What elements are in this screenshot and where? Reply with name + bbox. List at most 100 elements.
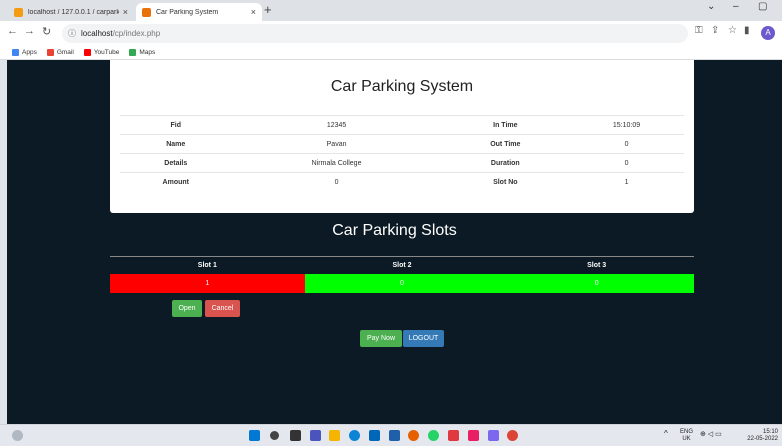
close-tab-icon[interactable]: × [251, 7, 256, 17]
gmail-icon [46, 49, 54, 56]
table-row: Fid 12345 In Time 15:10:09 [120, 115, 684, 135]
tab-label: Car Parking System [156, 8, 219, 16]
parking-info-card: Car Parking System Fid 12345 In Time 15:… [110, 60, 694, 213]
store-icon[interactable] [369, 430, 380, 441]
share-icon[interactable]: ⇪ [711, 25, 719, 36]
chevron-up-icon[interactable]: ^ [664, 430, 668, 438]
chat-icon[interactable] [310, 430, 321, 441]
value-fid: 12345 [231, 115, 442, 135]
language-indicator[interactable]: ENG UK [680, 429, 693, 443]
label-fid: Fid [120, 115, 232, 135]
clock-date: 22-05-2022 [747, 436, 778, 442]
language-region: UK [682, 436, 691, 442]
star-icon[interactable]: ☆ [728, 25, 737, 36]
whatsapp-icon[interactable] [428, 430, 439, 441]
phpmyadmin-icon [14, 7, 23, 17]
label-name: Name [120, 134, 232, 154]
browser-tab-strip: localhost / 127.0.0.1 / carparking × Car… [0, 0, 782, 21]
bookmark-youtube[interactable]: YouTube [83, 49, 120, 56]
slot-header-1: Slot 1 [197, 262, 217, 269]
label-details: Details [120, 153, 232, 173]
app-icon[interactable] [468, 430, 479, 441]
forward-icon[interactable]: → [24, 25, 35, 37]
table-row: Details Nirmala College Duration 0 [120, 153, 684, 173]
maps-icon [129, 49, 137, 56]
open-button[interactable]: Open [172, 300, 202, 317]
slot-status-1: 1 [110, 274, 305, 293]
value-duration: 0 [569, 153, 684, 173]
key-icon[interactable]: ⚿ [695, 25, 703, 36]
bookmark-label: Apps [22, 49, 37, 56]
slot-header-2: Slot 2 [392, 262, 412, 269]
url-input[interactable]: ⓘ localhost/cp/index.php [62, 24, 688, 43]
table-row: Amount 0 Slot No 1 [120, 172, 684, 192]
page-title: Car Parking System [330, 78, 474, 95]
value-name: Pavan [231, 134, 442, 154]
table-row: Name Pavan Out Time 0 [120, 134, 684, 154]
reload-icon[interactable]: ↻ [42, 25, 51, 38]
browser-tab-phpmyadmin[interactable]: localhost / 127.0.0.1 / carparking × [8, 3, 134, 21]
logout-button[interactable]: LOGOUT [403, 330, 444, 347]
slot-header-row: Slot 1 Slot 2 Slot 3 [110, 256, 694, 274]
edge-icon[interactable] [349, 430, 360, 441]
label-slot-no: Slot No [441, 172, 570, 192]
clock[interactable]: 15:10 22-05-2022 [738, 429, 778, 443]
label-amount: Amount [120, 172, 232, 192]
mail-icon[interactable] [389, 430, 400, 441]
bookmark-label: YouTube [93, 49, 120, 56]
info-icon[interactable]: ⓘ [68, 28, 76, 39]
sidepanel-icon[interactable]: ▮ [744, 25, 750, 36]
windows-start-icon[interactable] [249, 430, 260, 441]
close-tab-icon[interactable]: × [123, 7, 128, 17]
slot-status-3: 0 [499, 274, 695, 293]
url-path: /cp/index.php [112, 29, 161, 38]
chevron-down-icon[interactable]: ⌄ [707, 1, 715, 12]
youtube-icon [83, 49, 91, 56]
slot-status-2: 0 [304, 274, 500, 293]
minimize-icon[interactable]: – [733, 1, 739, 12]
value-in-time: 15:10:09 [569, 115, 684, 135]
label-duration: Duration [441, 153, 570, 173]
page-body: Car Parking System Fid 12345 In Time 15:… [7, 60, 782, 424]
vpn-icon[interactable] [448, 430, 459, 441]
parking-slots-table: Slot 1 Slot 2 Slot 3 1 0 0 [110, 256, 695, 293]
network-icon[interactable]: ⊕ ◁ ▭ [700, 431, 722, 438]
task-view-icon[interactable] [290, 430, 301, 441]
address-bar-row: ← → ↻ ⓘ localhost/cp/index.php ⚿ ⇪ ☆ ▮ A [0, 21, 782, 46]
taskbar: ^ ENG UK ⊕ ◁ ▭ 15:10 22-05-2022 [0, 424, 782, 446]
apps-grid-icon [12, 49, 19, 56]
clock-time: 15:10 [762, 429, 778, 435]
tab-label: localhost / 127.0.0.1 / carparking [28, 8, 119, 16]
bookmark-apps[interactable]: Apps [12, 49, 37, 56]
chrome-icon[interactable] [507, 430, 518, 441]
value-amount: 0 [231, 172, 442, 192]
file-explorer-icon[interactable] [329, 430, 340, 441]
back-icon[interactable]: ← [7, 25, 18, 37]
restore-icon[interactable]: ▢ [758, 1, 767, 12]
cancel-button[interactable]: Cancel [205, 300, 240, 317]
value-slot-no: 1 [569, 172, 684, 192]
new-tab-icon[interactable]: + [264, 2, 272, 17]
value-out-time: 0 [569, 134, 684, 154]
bookmark-label: Gmail [56, 49, 74, 56]
slot-status-row: 1 0 0 [110, 274, 695, 293]
firefox-icon[interactable] [408, 430, 419, 441]
bookmark-maps[interactable]: Maps [129, 49, 155, 56]
widgets-icon[interactable] [12, 430, 23, 441]
search-icon[interactable] [270, 431, 279, 440]
url-host: localhost [81, 29, 113, 38]
slot-header-3: Slot 3 [587, 262, 607, 269]
parking-info-table: Fid 12345 In Time 15:10:09 Name Pavan Ou… [120, 115, 684, 192]
label-in-time: In Time [441, 115, 570, 135]
language-code: ENG [680, 429, 694, 435]
profile-avatar[interactable]: A [761, 26, 775, 40]
bookmarks-bar: Apps Gmail YouTube Maps [0, 46, 782, 60]
pay-now-button[interactable]: Pay Now [360, 330, 402, 347]
value-details: Nirmala College [231, 153, 442, 173]
slots-title: Car Parking Slots [332, 222, 457, 239]
label-out-time: Out Time [441, 134, 570, 154]
python-icon[interactable] [488, 430, 499, 441]
page-icon [142, 7, 151, 17]
bookmark-gmail[interactable]: Gmail [46, 49, 74, 56]
browser-tab-car-parking[interactable]: Car Parking System × [136, 3, 262, 21]
